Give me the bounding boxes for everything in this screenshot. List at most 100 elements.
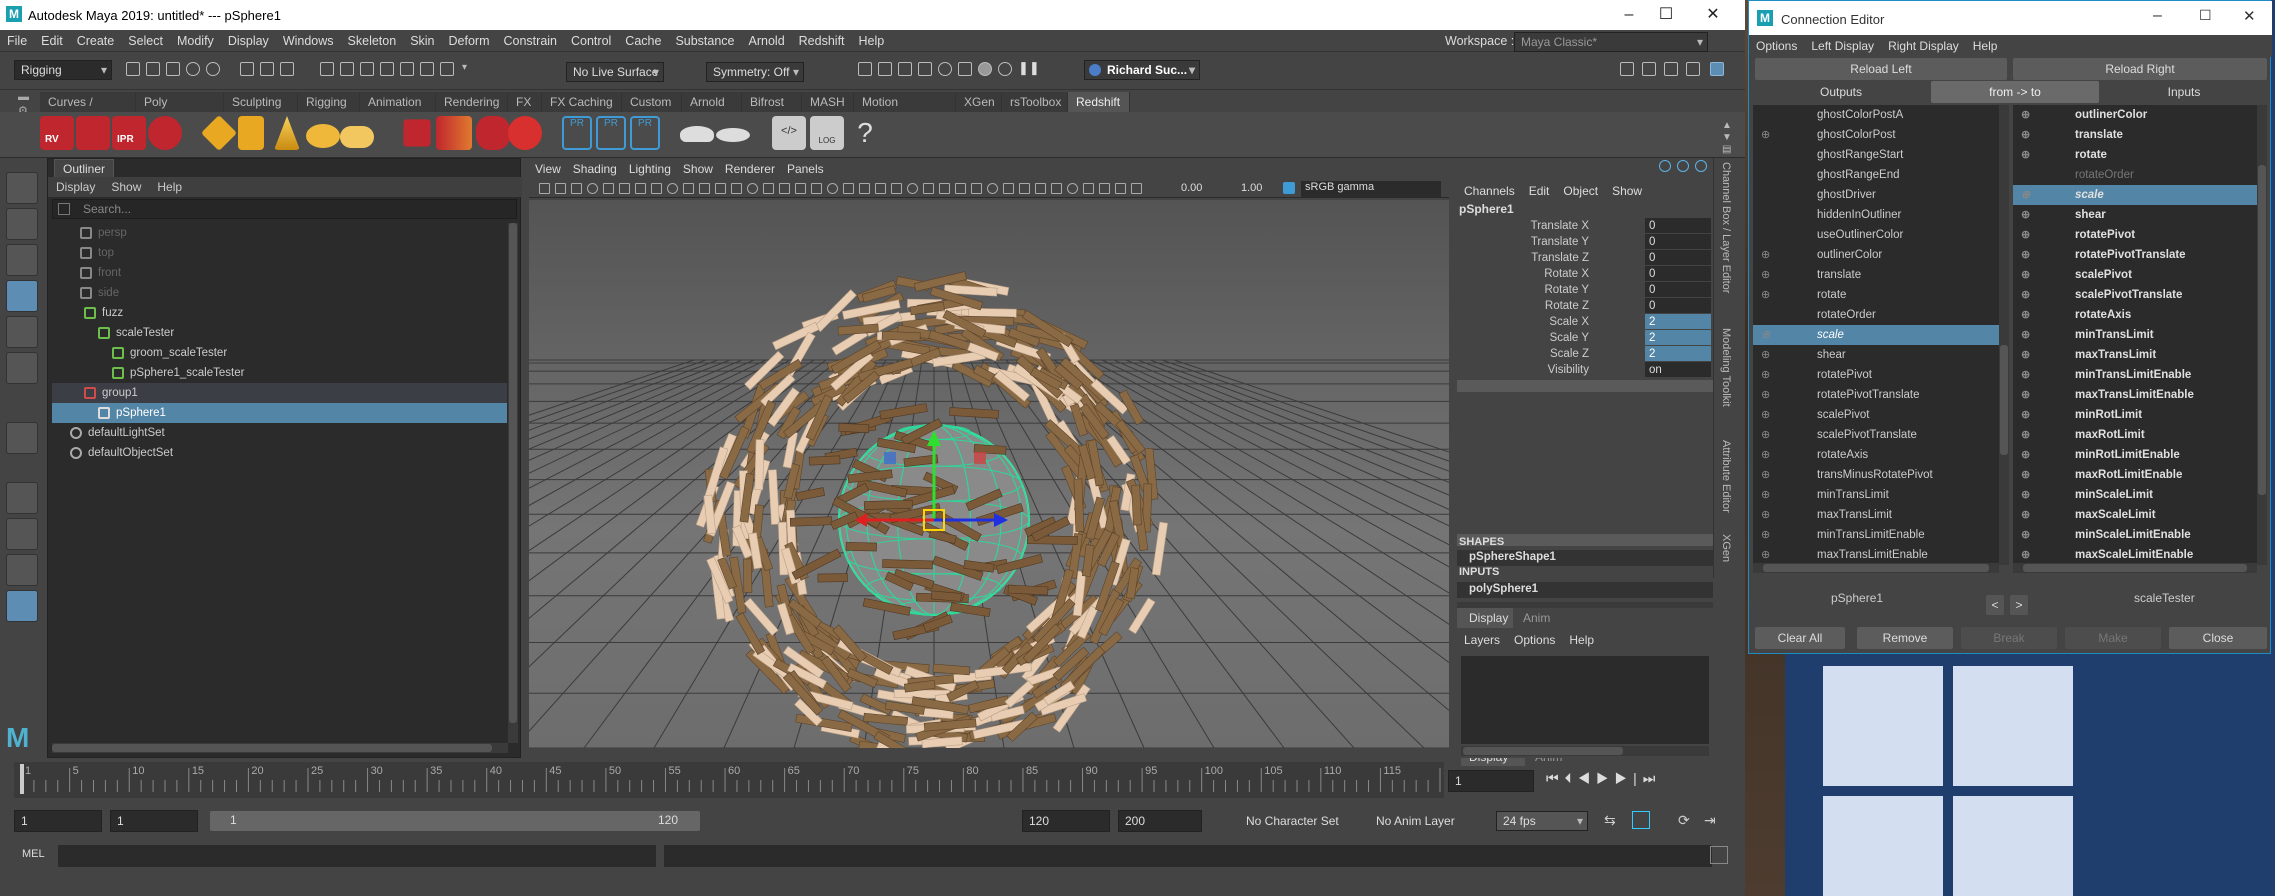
last-tool-icon[interactable]: [6, 422, 38, 454]
left-hscroll[interactable]: [1753, 563, 1999, 573]
expand-icon[interactable]: ⊕: [2021, 345, 2030, 365]
rs-light-area-icon[interactable]: [200, 114, 238, 152]
channel-box-toggle-icon[interactable]: [1710, 62, 1724, 76]
right-attr-maxtranslimit[interactable]: ⊕ maxTransLimit: [2013, 345, 2263, 365]
viewport-tool-icon[interactable]: [795, 183, 806, 194]
outliner-menu-help[interactable]: Help: [149, 177, 190, 197]
right-attr-shear[interactable]: ⊕ shear: [2013, 205, 2263, 225]
channel-menu-show[interactable]: Show: [1605, 180, 1649, 202]
left-attr-ghostrangeend[interactable]: ghostRangeEnd: [1753, 165, 2003, 185]
channel-scale-y[interactable]: Scale Y 2: [1457, 330, 1713, 346]
viewport-tool-icon[interactable]: [1131, 183, 1142, 194]
playback-end-field[interactable]: 120: [1022, 810, 1110, 832]
expand-icon[interactable]: ⊕: [1761, 545, 1770, 565]
left-attr-outlinercolor[interactable]: ⊕ outlinerColor: [1753, 245, 2003, 265]
viewport-tool-icon[interactable]: [1067, 183, 1078, 194]
playback-prefs-icon[interactable]: ⟳: [1678, 812, 1690, 829]
shape-node[interactable]: pSphereShape1: [1469, 551, 1556, 563]
fps-dropdown[interactable]: 24 fps: [1496, 811, 1588, 831]
right-attr-minscalelimitenable[interactable]: ⊕ minScaleLimitEnable: [2013, 525, 2263, 545]
snap-surface-icon[interactable]: [400, 62, 414, 76]
left-attr-scalepivottranslate[interactable]: ⊕ scalePivotTranslate: [1753, 425, 2003, 445]
ce-menu-left-display[interactable]: Left Display: [1804, 35, 1881, 57]
menu-edit[interactable]: Edit: [34, 30, 70, 52]
rs-bowl-icon[interactable]: [680, 126, 714, 142]
channel-value[interactable]: 2: [1645, 346, 1711, 361]
menu-skeleton[interactable]: Skeleton: [341, 30, 404, 52]
channel-icon-c[interactable]: [1695, 160, 1707, 172]
outliner-layout-icon[interactable]: [6, 590, 38, 622]
pause-icon[interactable]: ❚❚: [1018, 61, 1040, 76]
right-attr-rotateaxis[interactable]: ⊕ rotateAxis: [2013, 305, 2263, 325]
expand-icon[interactable]: ⊕: [2021, 405, 2030, 425]
maximize-icon[interactable]: ☐: [1651, 4, 1681, 26]
snap-view-icon[interactable]: [420, 62, 434, 76]
snap-curve-icon[interactable]: [340, 62, 354, 76]
shelf-scroll-icon[interactable]: ▲ ▼ ▤: [1722, 120, 1732, 156]
snap-live-icon[interactable]: [440, 62, 454, 76]
viewport-tool-icon[interactable]: [923, 183, 934, 194]
channel-box-object[interactable]: pSphere1: [1459, 202, 1514, 216]
anim-tab[interactable]: Anim: [1515, 608, 1565, 628]
side-tab-channel-box-layer-editor[interactable]: Channel Box / Layer Editor: [1720, 162, 1732, 293]
close-button[interactable]: Close: [2169, 627, 2267, 649]
sound-icon[interactable]: ⇥: [1704, 812, 1716, 829]
viewport-tool-icon[interactable]: [891, 183, 902, 194]
rs-sphere-icon[interactable]: [508, 116, 542, 150]
rs-help-icon[interactable]: ?: [848, 116, 882, 150]
viewport-tool-icon[interactable]: [555, 183, 566, 194]
rs-spot-light-icon[interactable]: [274, 116, 300, 150]
outliner-item-defaultlightset[interactable]: defaultLightSet: [52, 423, 507, 443]
channel-value[interactable]: on: [1645, 362, 1711, 377]
shelf-tab-mash[interactable]: MASH: [802, 92, 854, 112]
playback-start-field[interactable]: 1: [110, 810, 198, 832]
play-forward-icon[interactable]: ▶: [1596, 770, 1615, 786]
shelf-tab-bifrost[interactable]: Bifrost: [742, 92, 802, 112]
viewport-menu-panels[interactable]: Panels: [781, 158, 830, 180]
left-attr-ghostdriver[interactable]: ghostDriver: [1753, 185, 2003, 205]
viewport-tool-icon[interactable]: [811, 183, 822, 194]
viewport-tool-icon[interactable]: [635, 183, 646, 194]
channel-value[interactable]: 0: [1645, 250, 1711, 265]
outliner-item-psphere1[interactable]: pSphere1: [52, 403, 507, 423]
loop-icon[interactable]: ⇆: [1604, 812, 1616, 829]
expand-icon[interactable]: ⊕: [2021, 125, 2030, 145]
expand-icon[interactable]: ⊕: [1761, 385, 1770, 405]
select-tool-icon[interactable]: [6, 172, 38, 204]
select-component-icon[interactable]: [280, 62, 294, 76]
undo-icon[interactable]: [186, 62, 200, 76]
menu-modify[interactable]: Modify: [170, 30, 221, 52]
ce-minimize-icon[interactable]: –: [2153, 7, 2162, 25]
expand-icon[interactable]: ⊕: [2021, 425, 2030, 445]
channel-icon-b[interactable]: [1677, 160, 1689, 172]
viewport-tool-icon[interactable]: [619, 183, 630, 194]
workspace-dropdown[interactable]: Maya Classic*: [1514, 32, 1708, 52]
shelf-tab-redshift[interactable]: Redshift: [1068, 92, 1130, 112]
shelf-tab-curves-surfaces[interactable]: Curves / Surfaces: [40, 92, 136, 129]
ce-maximize-icon[interactable]: ☐: [2199, 7, 2212, 24]
right-attr-maxtranslimitenable[interactable]: ⊕ maxTransLimitEnable: [2013, 385, 2263, 405]
layer-list[interactable]: [1461, 656, 1709, 744]
outputs-button[interactable]: Outputs: [1755, 81, 1927, 103]
shelf-tab-motion-graphics[interactable]: Motion Graphics: [854, 92, 956, 129]
scale-tool-icon[interactable]: [6, 352, 38, 384]
left-attr-scale[interactable]: ⊕ scale: [1753, 325, 2003, 345]
live-surface-field[interactable]: No Live Surface: [566, 62, 664, 82]
outliner-hscroll[interactable]: [52, 743, 508, 753]
viewport-tool-icon[interactable]: [667, 183, 678, 194]
make-button[interactable]: Make: [2065, 627, 2161, 649]
menu-display[interactable]: Display: [221, 30, 276, 52]
left-attr-rotate[interactable]: ⊕ rotate: [1753, 285, 2003, 305]
left-attr-hiddeninoutliner[interactable]: hiddenInOutliner: [1753, 205, 2003, 225]
expand-icon[interactable]: ⊕: [2021, 105, 2030, 125]
shelf-tab-xgen[interactable]: XGen: [956, 92, 1002, 112]
outliner-menu-show[interactable]: Show: [103, 177, 149, 197]
expand-icon[interactable]: ⊕: [2021, 325, 2030, 345]
outliner-search-input[interactable]: Search...: [52, 199, 517, 219]
channel-value[interactable]: 0: [1645, 218, 1711, 233]
expand-icon[interactable]: ⊕: [2021, 385, 2030, 405]
mel-command-input[interactable]: [58, 845, 656, 867]
expand-icon[interactable]: ⊕: [1761, 505, 1770, 525]
two-view-layout-icon[interactable]: [6, 554, 38, 586]
go-to-start-icon[interactable]: ⏮: [1546, 770, 1565, 786]
